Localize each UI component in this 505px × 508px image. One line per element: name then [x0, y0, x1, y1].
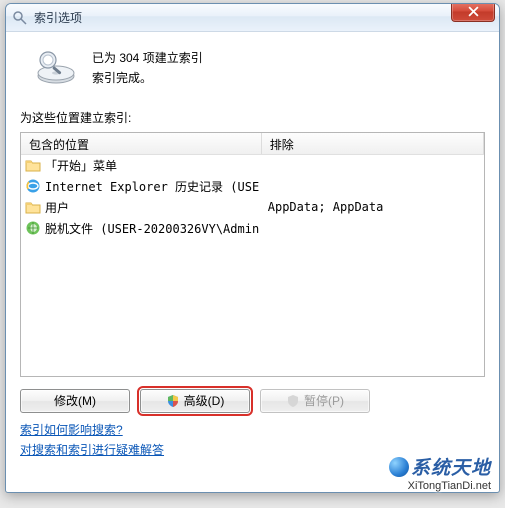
offline-files-icon	[25, 220, 41, 236]
locations-listbox[interactable]: 包含的位置 排除 「开始」菜单	[20, 132, 485, 377]
pause-button: 暂停(P)	[260, 389, 370, 413]
drive-search-icon	[34, 46, 78, 86]
help-link-indexing[interactable]: 索引如何影响搜索?	[20, 421, 485, 438]
list-header: 包含的位置 排除	[21, 133, 484, 155]
col-included[interactable]: 包含的位置	[21, 133, 262, 154]
location-name: 脱机文件 (USER-20200326VY\Admin...	[45, 220, 262, 237]
status-row: 已为 304 项建立索引 索引完成。	[20, 46, 485, 89]
location-name: Internet Explorer 历史记录 (USE...	[45, 178, 262, 195]
pause-button-label: 暂停(P)	[304, 392, 344, 409]
excluded-value: AppData; AppData	[262, 197, 484, 218]
excluded-value	[262, 218, 484, 239]
modify-button[interactable]: 修改(M)	[20, 389, 130, 413]
locations-label: 为这些位置建立索引:	[20, 109, 485, 126]
excluded-value	[262, 176, 484, 197]
col-excluded[interactable]: 排除	[262, 133, 484, 154]
list-item[interactable]: 用户 AppData; AppData	[21, 197, 484, 218]
button-row: 修改(M) 高级(D) 暂停(P)	[20, 389, 485, 413]
app-icon	[12, 10, 28, 26]
advanced-button[interactable]: 高级(D)	[140, 389, 250, 413]
indexing-options-dialog: 索引选项 已为 304 项建立索引 索引完成。 为这些位置建立索	[5, 3, 500, 493]
excluded-value	[262, 155, 484, 176]
shield-icon	[286, 394, 300, 408]
help-link-troubleshoot[interactable]: 对搜索和索引进行疑难解答	[20, 441, 485, 458]
list-item[interactable]: Internet Explorer 历史记录 (USE...	[21, 176, 484, 197]
folder-icon	[25, 157, 41, 173]
help-links: 索引如何影响搜索? 对搜索和索引进行疑难解答	[20, 421, 485, 458]
advanced-button-label: 高级(D)	[184, 392, 225, 409]
list-item[interactable]: 脱机文件 (USER-20200326VY\Admin...	[21, 218, 484, 239]
ie-icon	[25, 178, 41, 194]
close-icon	[468, 6, 479, 17]
window-title: 索引选项	[34, 9, 82, 26]
location-name: 用户	[45, 199, 69, 216]
indexed-count-text: 已为 304 项建立索引	[92, 48, 203, 68]
status-text: 已为 304 项建立索引 索引完成。	[92, 46, 203, 89]
modify-button-label: 修改(M)	[54, 392, 96, 409]
folder-icon	[25, 199, 41, 215]
list-body: 「开始」菜单 Internet Explorer 历史记录 (USE...	[21, 155, 484, 376]
location-name: 「开始」菜单	[45, 157, 117, 174]
shield-icon	[166, 394, 180, 408]
titlebar[interactable]: 索引选项	[6, 4, 499, 32]
close-button[interactable]	[451, 3, 495, 22]
indexing-complete-text: 索引完成。	[92, 68, 203, 88]
dialog-content: 已为 304 项建立索引 索引完成。 为这些位置建立索引: 包含的位置 排除 「…	[6, 32, 499, 468]
list-item[interactable]: 「开始」菜单	[21, 155, 484, 176]
